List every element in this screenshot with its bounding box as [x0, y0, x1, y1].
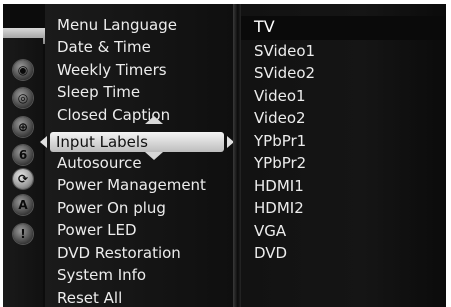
input-option-svideo1[interactable]: SVideo1: [254, 41, 315, 61]
scroll-up-icon[interactable]: [145, 116, 163, 124]
input-option-svideo2[interactable]: SVideo2: [254, 63, 315, 83]
menu-item-autosource[interactable]: Autosource: [57, 153, 142, 175]
menu-item-weekly-timers[interactable]: Weekly Timers: [57, 60, 167, 82]
input-option-hdmi2[interactable]: HDMI2: [254, 198, 304, 218]
menu-item-power-led[interactable]: Power LED: [57, 220, 137, 242]
parental-icon[interactable]: 6: [13, 145, 33, 165]
menu-item-reset-all[interactable]: Reset All: [57, 288, 122, 307]
input-option-ypbpr2[interactable]: YPbPr2: [254, 153, 306, 173]
menu-item-input-labels[interactable]: Input Labels: [40, 132, 234, 152]
left-arrow-icon[interactable]: [40, 136, 47, 148]
tv-settings-screen: ◉ ◎ ⊕ 6 ⟳ A ! Menu Language Date & Time …: [0, 0, 451, 307]
info-icon[interactable]: !: [13, 224, 33, 244]
input-option-vga[interactable]: VGA: [254, 221, 286, 241]
menu-item-label: Input Labels: [56, 133, 148, 151]
input-option-video1[interactable]: Video1: [254, 86, 306, 106]
frame-left-edge: [0, 0, 3, 307]
menu-item-date-time[interactable]: Date & Time: [57, 37, 151, 59]
setup-icon[interactable]: ⟳: [13, 169, 33, 189]
input-option-video2[interactable]: Video2: [254, 108, 306, 128]
frame-top-edge: [0, 0, 451, 4]
menu-item-sleep-time[interactable]: Sleep Time: [57, 82, 140, 104]
menu-item-system-info[interactable]: System Info: [57, 265, 146, 287]
category-rail: ◉ ◎ ⊕ 6 ⟳ A !: [3, 38, 43, 307]
input-option-dvd[interactable]: DVD: [254, 243, 287, 263]
scroll-down-icon[interactable]: [145, 152, 163, 160]
advanced-icon[interactable]: A: [13, 195, 33, 215]
input-option-tv[interactable]: TV: [254, 17, 275, 37]
input-option-ypbpr1[interactable]: YPbPr1: [254, 131, 306, 151]
picture-icon[interactable]: ◉: [13, 60, 33, 80]
audio-icon[interactable]: ◎: [13, 88, 33, 108]
menu-item-menu-language[interactable]: Menu Language: [57, 15, 177, 37]
menu-item-power-management[interactable]: Power Management: [57, 175, 206, 197]
menu-item-dvd-restoration[interactable]: DVD Restoration: [57, 243, 181, 265]
menu-item-power-on-plug[interactable]: Power On plug: [57, 198, 166, 220]
input-option-hdmi1[interactable]: HDMI1: [254, 176, 304, 196]
panel-divider: [233, 4, 241, 307]
lock-icon[interactable]: ⊕: [13, 117, 33, 137]
frame-right-edge: [446, 0, 451, 307]
